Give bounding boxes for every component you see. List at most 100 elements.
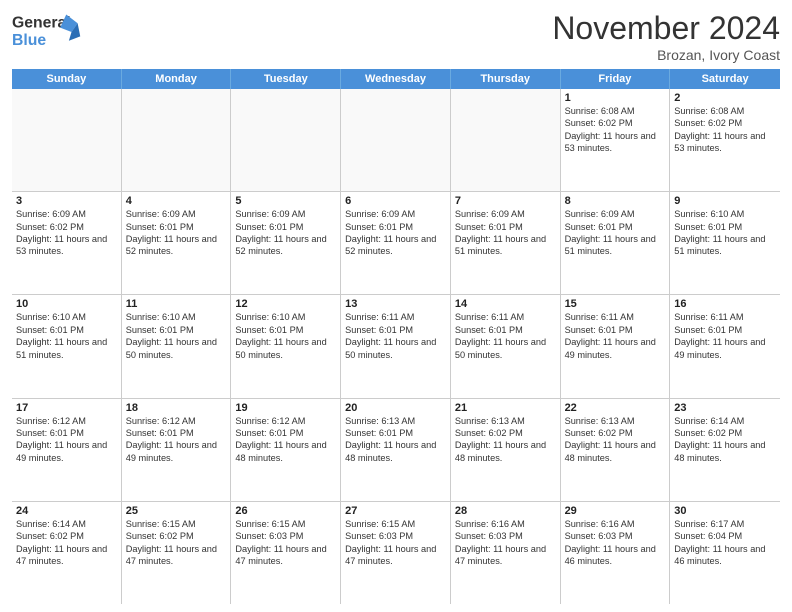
calendar-cell: 18Sunrise: 6:12 AM Sunset: 6:01 PM Dayli… [122, 399, 232, 501]
day-info: Sunrise: 6:15 AM Sunset: 6:02 PM Dayligh… [126, 518, 227, 568]
day-number: 29 [565, 505, 666, 517]
calendar-row: 1Sunrise: 6:08 AM Sunset: 6:02 PM Daylig… [12, 89, 780, 192]
calendar-cell: 22Sunrise: 6:13 AM Sunset: 6:02 PM Dayli… [561, 399, 671, 501]
day-info: Sunrise: 6:09 AM Sunset: 6:01 PM Dayligh… [565, 208, 666, 258]
calendar-row: 17Sunrise: 6:12 AM Sunset: 6:01 PM Dayli… [12, 399, 780, 502]
day-number: 13 [345, 298, 446, 310]
day-number: 26 [235, 505, 336, 517]
calendar-cell: 5Sunrise: 6:09 AM Sunset: 6:01 PM Daylig… [231, 192, 341, 294]
day-number: 2 [674, 92, 776, 104]
calendar-cell: 14Sunrise: 6:11 AM Sunset: 6:01 PM Dayli… [451, 295, 561, 397]
calendar-cell: 3Sunrise: 6:09 AM Sunset: 6:02 PM Daylig… [12, 192, 122, 294]
calendar-cell: 19Sunrise: 6:12 AM Sunset: 6:01 PM Dayli… [231, 399, 341, 501]
day-info: Sunrise: 6:10 AM Sunset: 6:01 PM Dayligh… [235, 311, 336, 361]
day-number: 25 [126, 505, 227, 517]
day-info: Sunrise: 6:09 AM Sunset: 6:02 PM Dayligh… [16, 208, 117, 258]
day-info: Sunrise: 6:17 AM Sunset: 6:04 PM Dayligh… [674, 518, 776, 568]
day-number: 20 [345, 402, 446, 414]
calendar-cell: 9Sunrise: 6:10 AM Sunset: 6:01 PM Daylig… [670, 192, 780, 294]
month-title: November 2024 [552, 10, 780, 47]
day-number: 9 [674, 195, 776, 207]
day-info: Sunrise: 6:11 AM Sunset: 6:01 PM Dayligh… [345, 311, 446, 361]
calendar-cell: 15Sunrise: 6:11 AM Sunset: 6:01 PM Dayli… [561, 295, 671, 397]
day-info: Sunrise: 6:10 AM Sunset: 6:01 PM Dayligh… [16, 311, 117, 361]
day-info: Sunrise: 6:12 AM Sunset: 6:01 PM Dayligh… [235, 415, 336, 465]
logo: General Blue [12, 10, 82, 54]
day-number: 1 [565, 92, 666, 104]
day-info: Sunrise: 6:13 AM Sunset: 6:02 PM Dayligh… [565, 415, 666, 465]
page-header: General Blue November 2024 Brozan, Ivory… [12, 10, 780, 63]
day-info: Sunrise: 6:14 AM Sunset: 6:02 PM Dayligh… [674, 415, 776, 465]
calendar-cell: 24Sunrise: 6:14 AM Sunset: 6:02 PM Dayli… [12, 502, 122, 604]
day-number: 28 [455, 505, 556, 517]
day-info: Sunrise: 6:09 AM Sunset: 6:01 PM Dayligh… [455, 208, 556, 258]
location-subtitle: Brozan, Ivory Coast [552, 47, 780, 63]
day-number: 27 [345, 505, 446, 517]
day-number: 14 [455, 298, 556, 310]
calendar-cell: 6Sunrise: 6:09 AM Sunset: 6:01 PM Daylig… [341, 192, 451, 294]
weekday-header: Tuesday [231, 69, 341, 89]
calendar-cell: 1Sunrise: 6:08 AM Sunset: 6:02 PM Daylig… [561, 89, 671, 191]
calendar-cell: 17Sunrise: 6:12 AM Sunset: 6:01 PM Dayli… [12, 399, 122, 501]
day-number: 16 [674, 298, 776, 310]
calendar-cell: 21Sunrise: 6:13 AM Sunset: 6:02 PM Dayli… [451, 399, 561, 501]
calendar-cell: 23Sunrise: 6:14 AM Sunset: 6:02 PM Dayli… [670, 399, 780, 501]
weekday-header: Saturday [670, 69, 780, 89]
weekday-header: Sunday [12, 69, 122, 89]
calendar-cell: 7Sunrise: 6:09 AM Sunset: 6:01 PM Daylig… [451, 192, 561, 294]
calendar-cell: 10Sunrise: 6:10 AM Sunset: 6:01 PM Dayli… [12, 295, 122, 397]
day-number: 24 [16, 505, 117, 517]
day-info: Sunrise: 6:13 AM Sunset: 6:02 PM Dayligh… [455, 415, 556, 465]
day-info: Sunrise: 6:08 AM Sunset: 6:02 PM Dayligh… [674, 105, 776, 155]
calendar-cell: 16Sunrise: 6:11 AM Sunset: 6:01 PM Dayli… [670, 295, 780, 397]
calendar-cell: 29Sunrise: 6:16 AM Sunset: 6:03 PM Dayli… [561, 502, 671, 604]
calendar: SundayMondayTuesdayWednesdayThursdayFrid… [12, 69, 780, 604]
day-number: 6 [345, 195, 446, 207]
day-info: Sunrise: 6:11 AM Sunset: 6:01 PM Dayligh… [674, 311, 776, 361]
day-info: Sunrise: 6:10 AM Sunset: 6:01 PM Dayligh… [126, 311, 227, 361]
day-info: Sunrise: 6:12 AM Sunset: 6:01 PM Dayligh… [126, 415, 227, 465]
day-number: 11 [126, 298, 227, 310]
calendar-cell: 30Sunrise: 6:17 AM Sunset: 6:04 PM Dayli… [670, 502, 780, 604]
calendar-cell: 13Sunrise: 6:11 AM Sunset: 6:01 PM Dayli… [341, 295, 451, 397]
day-number: 10 [16, 298, 117, 310]
day-number: 5 [235, 195, 336, 207]
day-info: Sunrise: 6:13 AM Sunset: 6:01 PM Dayligh… [345, 415, 446, 465]
day-info: Sunrise: 6:10 AM Sunset: 6:01 PM Dayligh… [674, 208, 776, 258]
day-number: 8 [565, 195, 666, 207]
day-number: 19 [235, 402, 336, 414]
calendar-cell [341, 89, 451, 191]
day-info: Sunrise: 6:08 AM Sunset: 6:02 PM Dayligh… [565, 105, 666, 155]
title-section: November 2024 Brozan, Ivory Coast [552, 10, 780, 63]
day-number: 30 [674, 505, 776, 517]
day-info: Sunrise: 6:09 AM Sunset: 6:01 PM Dayligh… [235, 208, 336, 258]
svg-text:Blue: Blue [12, 32, 46, 49]
day-number: 4 [126, 195, 227, 207]
calendar-cell: 20Sunrise: 6:13 AM Sunset: 6:01 PM Dayli… [341, 399, 451, 501]
day-info: Sunrise: 6:14 AM Sunset: 6:02 PM Dayligh… [16, 518, 117, 568]
day-number: 21 [455, 402, 556, 414]
calendar-cell: 4Sunrise: 6:09 AM Sunset: 6:01 PM Daylig… [122, 192, 232, 294]
day-number: 12 [235, 298, 336, 310]
calendar-cell [451, 89, 561, 191]
calendar-row: 24Sunrise: 6:14 AM Sunset: 6:02 PM Dayli… [12, 502, 780, 604]
calendar-row: 10Sunrise: 6:10 AM Sunset: 6:01 PM Dayli… [12, 295, 780, 398]
calendar-cell: 27Sunrise: 6:15 AM Sunset: 6:03 PM Dayli… [341, 502, 451, 604]
calendar-cell: 11Sunrise: 6:10 AM Sunset: 6:01 PM Dayli… [122, 295, 232, 397]
calendar-cell: 26Sunrise: 6:15 AM Sunset: 6:03 PM Dayli… [231, 502, 341, 604]
calendar-body: 1Sunrise: 6:08 AM Sunset: 6:02 PM Daylig… [12, 89, 780, 604]
calendar-cell: 8Sunrise: 6:09 AM Sunset: 6:01 PM Daylig… [561, 192, 671, 294]
svg-text:General: General [12, 15, 71, 32]
day-info: Sunrise: 6:11 AM Sunset: 6:01 PM Dayligh… [565, 311, 666, 361]
day-number: 22 [565, 402, 666, 414]
calendar-row: 3Sunrise: 6:09 AM Sunset: 6:02 PM Daylig… [12, 192, 780, 295]
weekday-header: Friday [561, 69, 671, 89]
weekday-header: Monday [122, 69, 232, 89]
calendar-cell: 2Sunrise: 6:08 AM Sunset: 6:02 PM Daylig… [670, 89, 780, 191]
day-number: 23 [674, 402, 776, 414]
calendar-header: SundayMondayTuesdayWednesdayThursdayFrid… [12, 69, 780, 89]
day-number: 15 [565, 298, 666, 310]
day-info: Sunrise: 6:11 AM Sunset: 6:01 PM Dayligh… [455, 311, 556, 361]
day-number: 7 [455, 195, 556, 207]
calendar-cell: 28Sunrise: 6:16 AM Sunset: 6:03 PM Dayli… [451, 502, 561, 604]
